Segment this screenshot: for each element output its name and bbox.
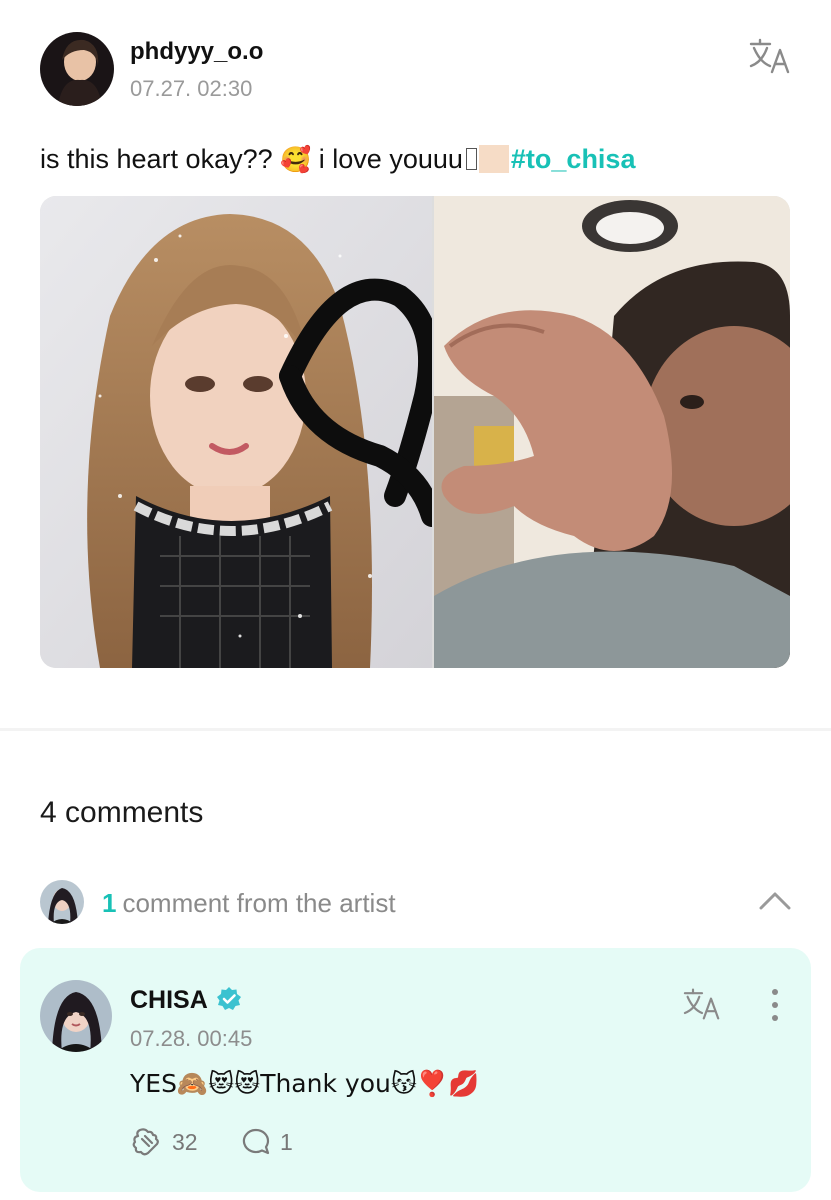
reply-button[interactable]: 1 bbox=[240, 1124, 310, 1160]
like-count: 32 bbox=[172, 1129, 198, 1155]
artist-name[interactable]: CHISA bbox=[130, 986, 208, 1015]
more-vertical-icon[interactable] bbox=[768, 988, 782, 1022]
missing-glyph-icon bbox=[465, 148, 477, 170]
artist-comment-card: CHISA 07.28. 00:45 YES🙈😻😻Thank you😽❣️💋 3… bbox=[20, 948, 811, 1192]
post-photo[interactable] bbox=[40, 196, 790, 668]
post-text-part2: i love youuu bbox=[318, 144, 463, 174]
hashtag-link[interactable]: #to_chisa bbox=[511, 144, 636, 174]
post-author-name[interactable]: phdyyy_o.o bbox=[130, 38, 263, 66]
verified-badge-icon bbox=[216, 986, 242, 1012]
post-body: is this heart okay?? 🥰 i love youuu #to_c… bbox=[40, 142, 635, 177]
artist-mini-avatar bbox=[40, 880, 84, 924]
artist-comment-label: comment from the artist bbox=[122, 888, 396, 918]
artist-avatar[interactable] bbox=[40, 980, 112, 1052]
post-author-avatar[interactable] bbox=[40, 32, 114, 106]
translate-icon[interactable] bbox=[748, 36, 792, 76]
photo-right-fan bbox=[434, 196, 790, 668]
comments-count: 4 comments bbox=[40, 796, 204, 829]
artist-comment-text: YES🙈😻😻Thank you😽❣️💋 bbox=[130, 1068, 479, 1099]
smiling-hearts-emoji: 🥰 bbox=[280, 145, 312, 174]
like-icon bbox=[130, 1126, 162, 1158]
section-divider bbox=[0, 728, 831, 731]
post-header: phdyyy_o.o 07.27. 02:30 bbox=[40, 32, 792, 108]
skin-tone-swatch bbox=[478, 145, 509, 173]
reply-count: 1 bbox=[280, 1129, 293, 1155]
comment-icon bbox=[240, 1126, 272, 1158]
artist-comment-timestamp: 07.28. 00:45 bbox=[130, 1026, 253, 1051]
photo-left-artist bbox=[40, 196, 443, 668]
like-button[interactable]: 32 bbox=[130, 1124, 230, 1160]
translate-icon[interactable] bbox=[682, 986, 722, 1022]
artist-comments-toggle[interactable]: 1 comment from the artist bbox=[40, 878, 792, 926]
chevron-up-icon[interactable] bbox=[758, 884, 792, 918]
artist-comment-count: 1 bbox=[102, 888, 117, 918]
artist-comment-summary: 1 comment from the artist bbox=[102, 888, 396, 919]
post-timestamp: 07.27. 02:30 bbox=[130, 76, 253, 101]
comment-text: YES🙈😻😻Thank you😽❣️💋 bbox=[130, 1069, 480, 1098]
post-text-part1: is this heart okay?? bbox=[40, 144, 273, 174]
